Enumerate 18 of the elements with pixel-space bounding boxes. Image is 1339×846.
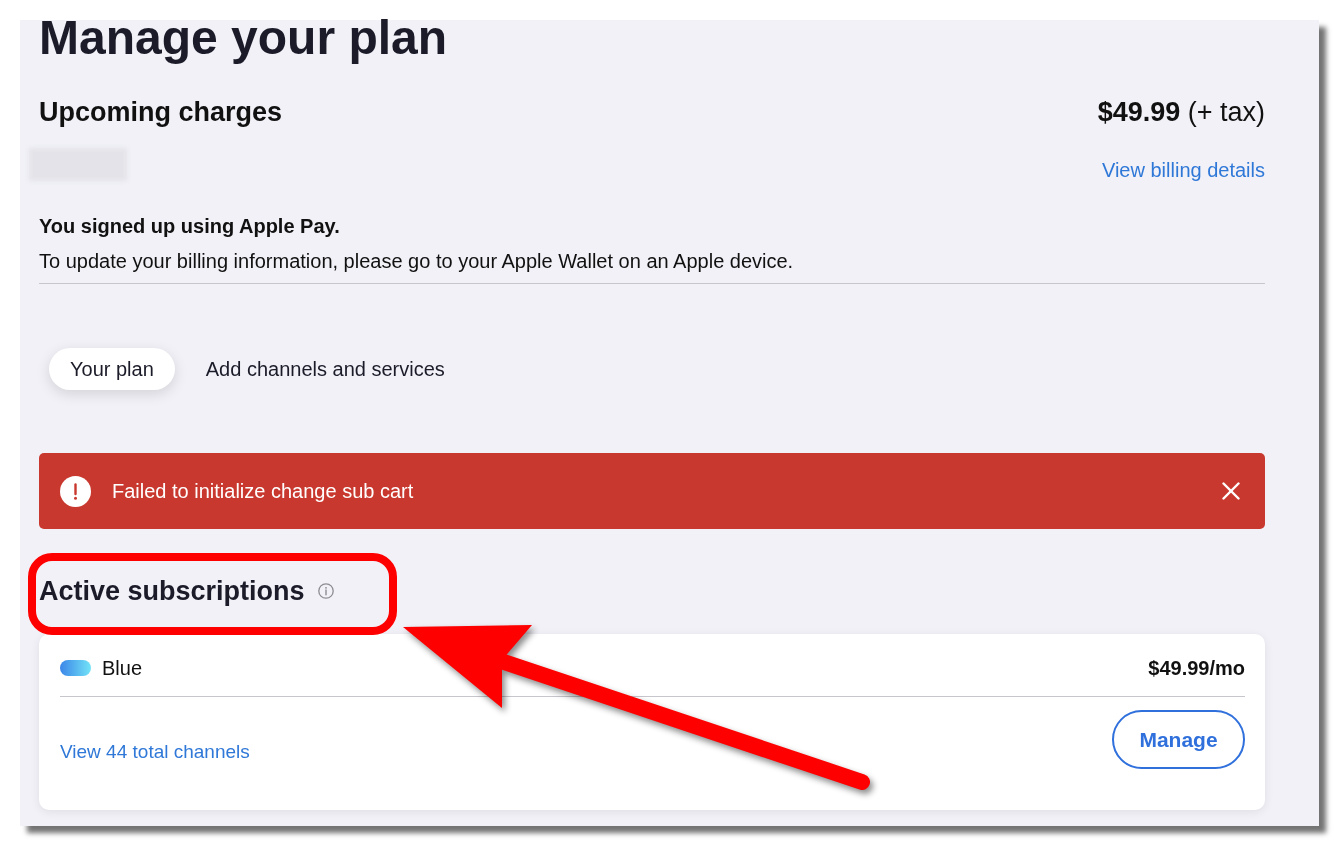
plan-name: Blue — [102, 656, 143, 680]
error-message: Failed to initialize change sub cart — [112, 479, 414, 503]
info-icon[interactable] — [317, 583, 334, 599]
error-icon — [60, 475, 91, 507]
notice-title: You signed up using Apple Pay. — [39, 214, 341, 238]
section-heading: Active subscriptions — [39, 575, 305, 607]
plan-pill-icon — [60, 660, 91, 676]
close-icon[interactable] — [1222, 482, 1240, 500]
plan-price: $49.99/mo — [1148, 656, 1245, 680]
notice-message: To update your billing information, please go to your Apple Wallet on an Apple device. — [39, 249, 795, 273]
manage-button[interactable]: Manage — [1112, 710, 1245, 769]
page-title: Manage your plan — [39, 14, 448, 62]
channels-link[interactable]: View 44 total channels — [60, 740, 250, 764]
tab[interactable]: Add channels and services — [205, 357, 445, 381]
tab[interactable]: Your plan — [49, 348, 175, 390]
section-heading: Upcoming charges — [39, 96, 283, 128]
charge-amount: $49.99 (+ tax) — [1097, 96, 1265, 128]
billing-details-link[interactable]: View billing details — [1101, 158, 1265, 182]
